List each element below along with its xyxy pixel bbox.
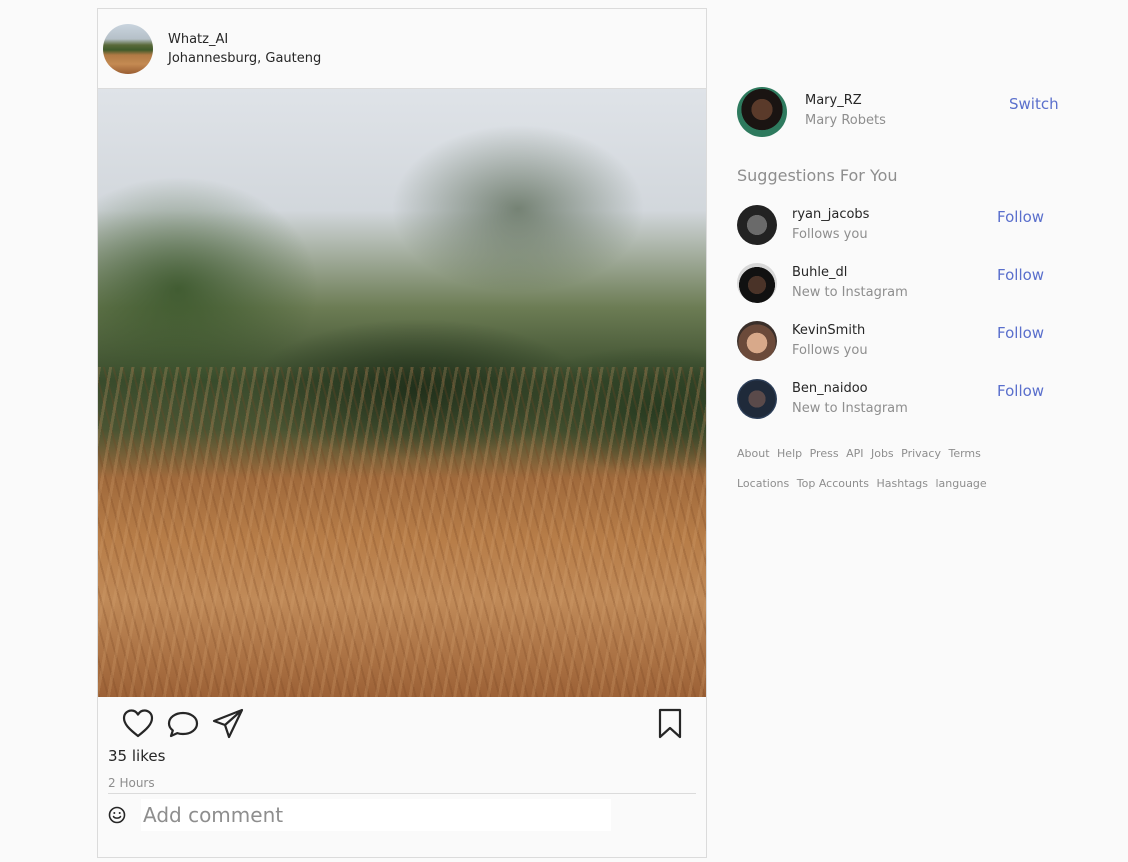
comment-row (108, 793, 696, 833)
post-actions (98, 697, 706, 755)
post-location[interactable]: Johannesburg, Gauteng (168, 49, 321, 68)
current-user-username[interactable]: Mary_RZ (805, 93, 862, 108)
comment-input[interactable] (141, 799, 611, 831)
smile-icon[interactable] (108, 806, 126, 824)
footer-link-locations[interactable]: Locations (737, 477, 789, 490)
post-image-grass (98, 367, 706, 697)
suggestion-avatar[interactable] (737, 379, 777, 419)
suggestion-item: Ben_naidoo New to Instagram Follow (737, 379, 1067, 419)
post-time: 2 Hours (108, 776, 155, 790)
bookmark-icon[interactable] (653, 707, 687, 741)
likes-count[interactable]: 35 likes (108, 747, 165, 765)
current-user-avatar[interactable] (737, 87, 787, 137)
footer-link-terms[interactable]: Terms (948, 447, 980, 460)
footer-link-hashtags[interactable]: Hashtags (876, 477, 927, 490)
suggestion-subtitle: New to Instagram (792, 285, 908, 300)
switch-button[interactable]: Switch (1009, 95, 1059, 113)
suggestion-avatar[interactable] (737, 321, 777, 361)
footer-link-press[interactable]: Press (810, 447, 839, 460)
footer-link-help[interactable]: Help (777, 447, 802, 460)
post-author-avatar[interactable] (103, 23, 153, 74)
footer-links-row-1: About Help Press API Jobs Privacy Terms (737, 447, 985, 460)
footer-link-jobs[interactable]: Jobs (871, 447, 894, 460)
suggestion-avatar[interactable] (737, 263, 777, 303)
post-author-info: Whatz_AI Johannesburg, Gauteng (168, 30, 321, 68)
heart-icon[interactable] (121, 707, 155, 741)
post-header: Whatz_AI Johannesburg, Gauteng (98, 9, 706, 89)
current-user-fullname: Mary Robets (805, 113, 886, 128)
suggestions-title: Suggestions For You (737, 166, 898, 185)
current-user: Mary_RZ Mary Robets Switch (737, 87, 1067, 137)
follow-button[interactable]: Follow (997, 382, 1044, 400)
suggestion-subtitle: New to Instagram (792, 401, 908, 416)
suggestion-avatar[interactable] (737, 205, 777, 245)
suggestion-username[interactable]: ryan_jacobs (792, 207, 869, 222)
suggestion-item: KevinSmith Follows you Follow (737, 321, 1067, 361)
follow-button[interactable]: Follow (997, 324, 1044, 342)
suggestion-username[interactable]: KevinSmith (792, 323, 865, 338)
comment-icon[interactable] (166, 707, 200, 741)
post-author-username[interactable]: Whatz_AI (168, 30, 321, 49)
suggestion-username[interactable]: Buhle_dl (792, 265, 847, 280)
suggestion-subtitle: Follows you (792, 343, 868, 358)
footer-link-api[interactable]: API (846, 447, 863, 460)
footer-link-top-accounts[interactable]: Top Accounts (797, 477, 869, 490)
follow-button[interactable]: Follow (997, 208, 1044, 226)
suggestion-item: Buhle_dl New to Instagram Follow (737, 263, 1067, 303)
footer-link-language[interactable]: language (935, 477, 986, 490)
footer-links-row-2: Locations Top Accounts Hashtags language (737, 477, 991, 490)
footer-link-about[interactable]: About (737, 447, 770, 460)
suggestion-subtitle: Follows you (792, 227, 868, 242)
follow-button[interactable]: Follow (997, 266, 1044, 284)
share-icon[interactable] (211, 707, 245, 741)
suggestion-item: ryan_jacobs Follows you Follow (737, 205, 1067, 245)
suggestion-username[interactable]: Ben_naidoo (792, 381, 868, 396)
footer-link-privacy[interactable]: Privacy (901, 447, 941, 460)
post-card: Whatz_AI Johannesburg, Gauteng 35 likes … (97, 8, 707, 858)
post-image[interactable] (98, 89, 706, 697)
